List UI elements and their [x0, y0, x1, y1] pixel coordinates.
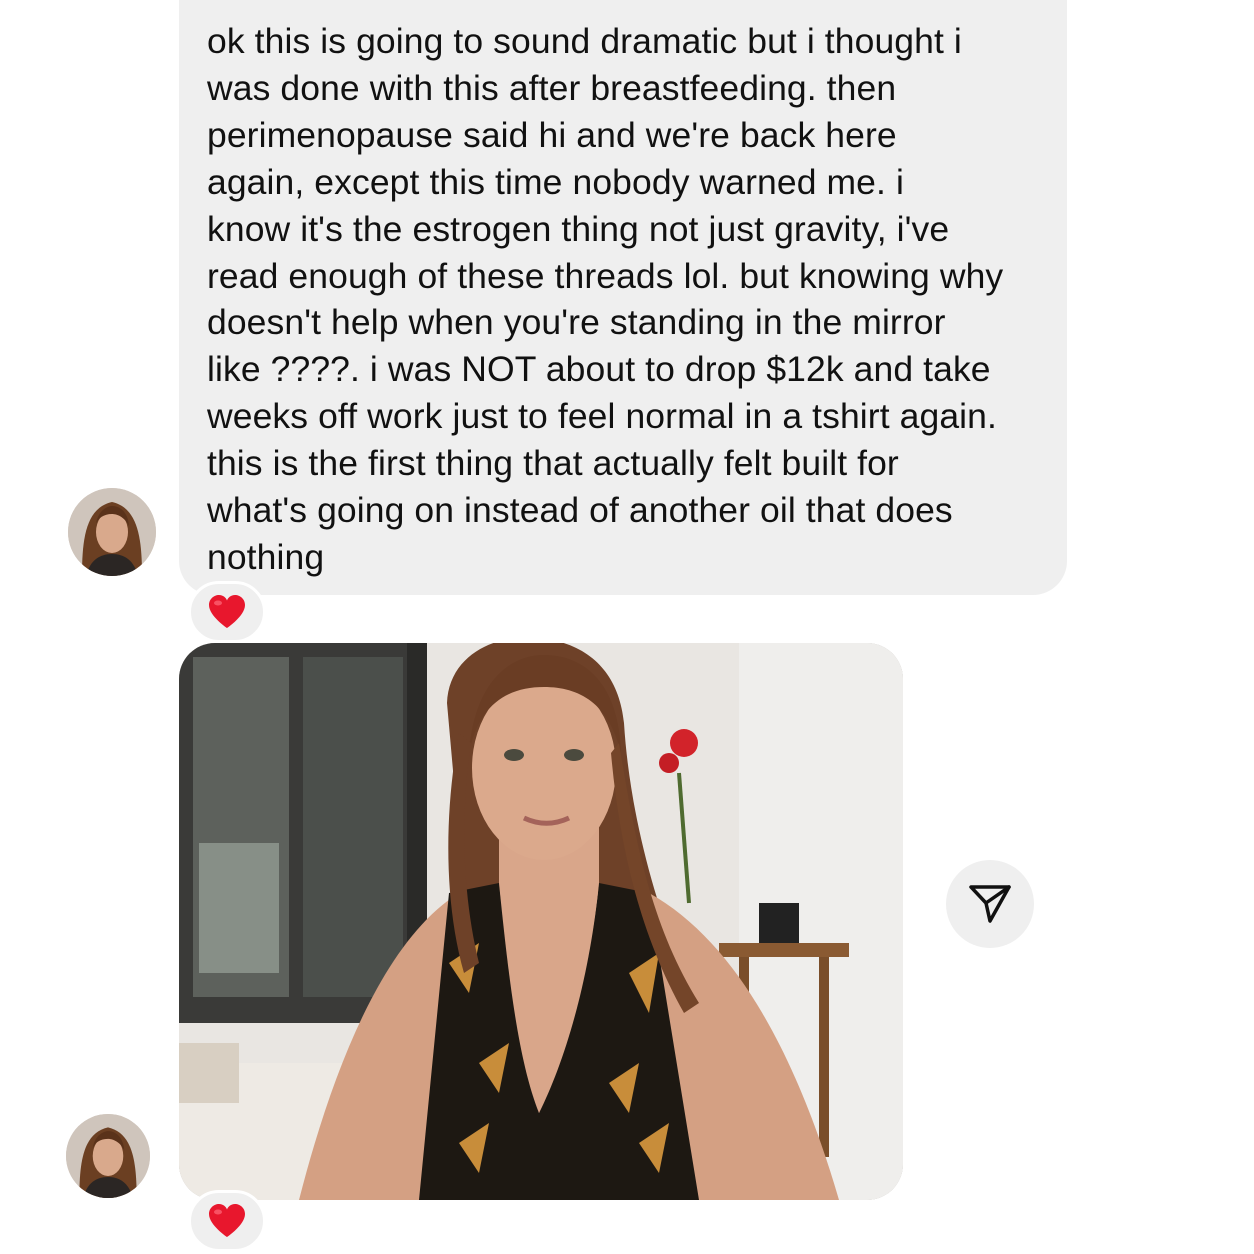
heart-icon [209, 595, 245, 628]
avatar[interactable] [68, 488, 156, 576]
avatar[interactable] [66, 1114, 150, 1198]
message-text: ok this is going to sound dramatic but i… [207, 21, 1004, 577]
message-reaction[interactable] [188, 581, 266, 643]
heart-icon [209, 1204, 245, 1237]
share-button[interactable] [946, 860, 1034, 948]
photo-message[interactable] [179, 643, 903, 1200]
share-send-icon [969, 885, 1011, 923]
message-bubble[interactable]: ok this is going to sound dramatic but i… [179, 0, 1067, 595]
photo-reaction[interactable] [188, 1190, 266, 1252]
